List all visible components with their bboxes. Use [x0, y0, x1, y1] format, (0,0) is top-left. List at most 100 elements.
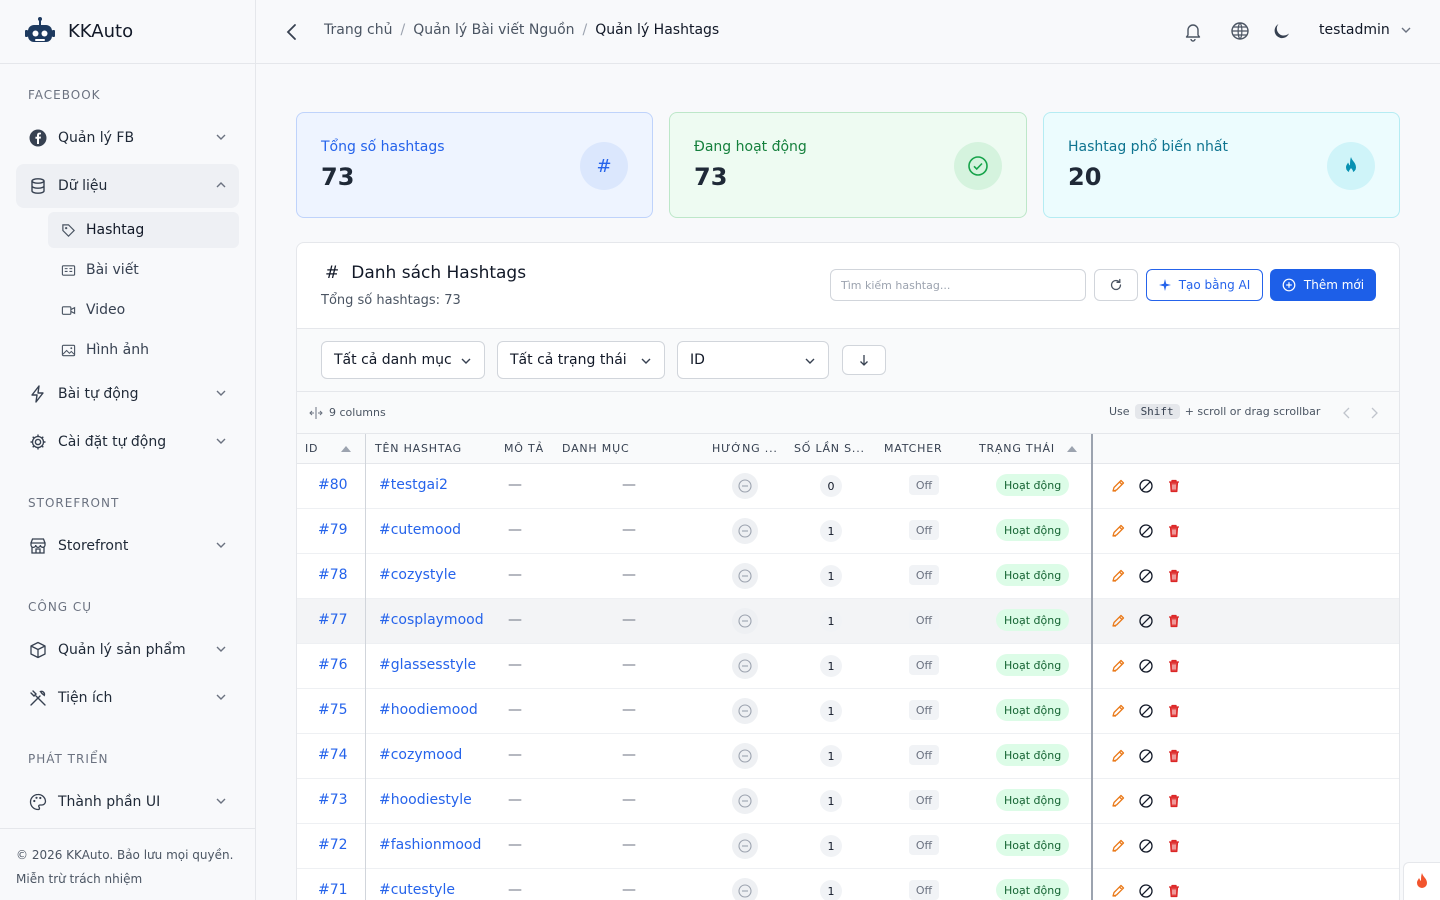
- delete-trash-icon[interactable]: [1166, 838, 1182, 854]
- row-hashtag-name[interactable]: #cutemood: [379, 522, 461, 538]
- disable-icon[interactable]: [1138, 883, 1154, 899]
- globe-icon[interactable]: [1229, 20, 1251, 42]
- disable-icon[interactable]: [1138, 613, 1154, 629]
- brand[interactable]: KKAuto: [0, 0, 255, 64]
- edit-pencil-icon[interactable]: [1110, 793, 1126, 809]
- disable-icon[interactable]: [1138, 523, 1154, 539]
- column-header-direction[interactable]: HƯỚNG ...: [712, 442, 778, 455]
- floating-devtools-button[interactable]: [1403, 862, 1440, 900]
- sidebar-item-tien-ich[interactable]: Tiện ích: [16, 676, 239, 720]
- column-header-usage-count[interactable]: SỐ LẦN S...: [794, 442, 865, 455]
- table-row[interactable]: #76 #glassesstyle — — 1 Off Hoạt động: [297, 644, 1399, 689]
- delete-trash-icon[interactable]: [1166, 883, 1182, 899]
- delete-trash-icon[interactable]: [1166, 658, 1182, 674]
- search-input[interactable]: [830, 269, 1086, 301]
- edit-pencil-icon[interactable]: [1110, 883, 1126, 899]
- edit-pencil-icon[interactable]: [1110, 748, 1126, 764]
- category-select[interactable]: Tất cả danh mục: [321, 341, 485, 379]
- sort-asc-icon[interactable]: [1067, 446, 1077, 452]
- delete-trash-icon[interactable]: [1166, 478, 1182, 494]
- status-select[interactable]: Tất cả trạng thái: [497, 341, 665, 379]
- column-header-name[interactable]: TÊN HASHTAG: [375, 442, 462, 455]
- column-header-matcher[interactable]: MATCHER: [884, 442, 942, 455]
- table-row[interactable]: #80 #testgai2 — — 0 Off Hoạt động: [297, 464, 1399, 509]
- sidebar-item-bai-tu-dong[interactable]: Bài tự động: [16, 372, 239, 416]
- sidebar-item-quan-ly-san-pham[interactable]: Quản lý sản phẩm: [16, 628, 239, 672]
- row-id[interactable]: #80: [318, 477, 348, 493]
- disable-icon[interactable]: [1138, 793, 1154, 809]
- disable-icon[interactable]: [1138, 478, 1154, 494]
- user-menu[interactable]: testadmin: [1319, 22, 1412, 38]
- sidebar-item-thanh-phan-ui[interactable]: Thành phần UI: [16, 780, 239, 824]
- table-row[interactable]: #71 #cutestyle — — 1 Off Hoạt động: [297, 869, 1399, 900]
- edit-pencil-icon[interactable]: [1110, 568, 1126, 584]
- row-id[interactable]: #79: [318, 522, 348, 538]
- edit-pencil-icon[interactable]: [1110, 478, 1126, 494]
- row-hashtag-name[interactable]: #cozymood: [379, 747, 462, 763]
- ai-create-button[interactable]: Tạo bằng AI: [1146, 269, 1263, 301]
- sidebar-item-cai-dat-tu-dong[interactable]: Cài đặt tự động: [16, 420, 239, 464]
- column-header-category[interactable]: DANH MỤC: [562, 442, 629, 455]
- table-row[interactable]: #74 #cozymood — — 1 Off Hoạt động: [297, 734, 1399, 779]
- table-row[interactable]: #78 #cozystyle — — 1 Off Hoạt động: [297, 554, 1399, 599]
- sidebar-item-du-lieu[interactable]: Dữ liệu: [16, 164, 239, 208]
- sort-select[interactable]: ID: [677, 341, 829, 379]
- row-id[interactable]: #73: [318, 792, 348, 808]
- delete-trash-icon[interactable]: [1166, 613, 1182, 629]
- delete-trash-icon[interactable]: [1166, 523, 1182, 539]
- row-hashtag-name[interactable]: #cozystyle: [379, 567, 456, 583]
- column-header-description[interactable]: MÔ TẢ: [504, 442, 544, 455]
- edit-pencil-icon[interactable]: [1110, 838, 1126, 854]
- disable-icon[interactable]: [1138, 748, 1154, 764]
- row-id[interactable]: #77: [318, 612, 348, 628]
- row-id[interactable]: #71: [318, 882, 348, 898]
- edit-pencil-icon[interactable]: [1110, 658, 1126, 674]
- row-id[interactable]: #75: [318, 702, 348, 718]
- delete-trash-icon[interactable]: [1166, 703, 1182, 719]
- row-hashtag-name[interactable]: #cosplaymood: [379, 612, 484, 628]
- column-header-id[interactable]: ID: [305, 442, 318, 455]
- add-new-button[interactable]: Thêm mới: [1270, 269, 1376, 301]
- table-row[interactable]: #77 #cosplaymood — — 1 Off Hoạt động: [297, 599, 1399, 644]
- row-id[interactable]: #76: [318, 657, 348, 673]
- row-hashtag-name[interactable]: #testgai2: [379, 477, 448, 493]
- sidebar-item-storefront[interactable]: Storefront: [16, 524, 239, 568]
- sidebar-item-quan-ly-fb[interactable]: Quản lý FB: [16, 116, 239, 160]
- table-row[interactable]: #75 #hoodiemood — — 1 Off Hoạt động: [297, 689, 1399, 734]
- edit-pencil-icon[interactable]: [1110, 703, 1126, 719]
- disable-icon[interactable]: [1138, 568, 1154, 584]
- row-hashtag-name[interactable]: #cutestyle: [379, 882, 455, 898]
- bell-icon[interactable]: [1182, 20, 1204, 42]
- disclaimer-link[interactable]: Miễn trừ trách nhiệm: [16, 867, 240, 891]
- disable-icon[interactable]: [1138, 838, 1154, 854]
- row-id[interactable]: #74: [318, 747, 348, 763]
- scroll-left-icon[interactable]: [1342, 407, 1352, 419]
- moon-icon[interactable]: [1271, 20, 1293, 42]
- sidebar-subitem-hinh-anh[interactable]: Hình ảnh: [48, 332, 239, 368]
- delete-trash-icon[interactable]: [1166, 568, 1182, 584]
- sidebar-subitem-hashtag[interactable]: Hashtag: [48, 212, 239, 248]
- sidebar-subitem-bai-viet[interactable]: Bài viết: [48, 252, 239, 288]
- table-row[interactable]: #72 #fashionmood — — 1 Off Hoạt động: [297, 824, 1399, 869]
- delete-trash-icon[interactable]: [1166, 793, 1182, 809]
- breadcrumb-source-posts[interactable]: Quản lý Bài viết Nguồn: [413, 22, 574, 38]
- delete-trash-icon[interactable]: [1166, 748, 1182, 764]
- row-id[interactable]: #78: [318, 567, 348, 583]
- row-hashtag-name[interactable]: #glassesstyle: [379, 657, 476, 673]
- disable-icon[interactable]: [1138, 703, 1154, 719]
- scroll-right-icon[interactable]: [1369, 407, 1379, 419]
- row-hashtag-name[interactable]: #hoodiestyle: [379, 792, 472, 808]
- row-hashtag-name[interactable]: #fashionmood: [379, 837, 481, 853]
- sort-asc-icon[interactable]: [341, 446, 351, 452]
- sort-direction-button[interactable]: [842, 345, 886, 375]
- table-row[interactable]: #79 #cutemood — — 1 Off Hoạt động: [297, 509, 1399, 554]
- sidebar-subitem-video[interactable]: Video: [48, 292, 239, 328]
- edit-pencil-icon[interactable]: [1110, 523, 1126, 539]
- row-id[interactable]: #72: [318, 837, 348, 853]
- disable-icon[interactable]: [1138, 658, 1154, 674]
- refresh-button[interactable]: [1094, 269, 1138, 301]
- column-header-status[interactable]: TRẠNG THÁI: [979, 442, 1055, 455]
- back-arrow-icon[interactable]: [282, 20, 302, 44]
- table-row[interactable]: #73 #hoodiestyle — — 1 Off Hoạt động: [297, 779, 1399, 824]
- edit-pencil-icon[interactable]: [1110, 613, 1126, 629]
